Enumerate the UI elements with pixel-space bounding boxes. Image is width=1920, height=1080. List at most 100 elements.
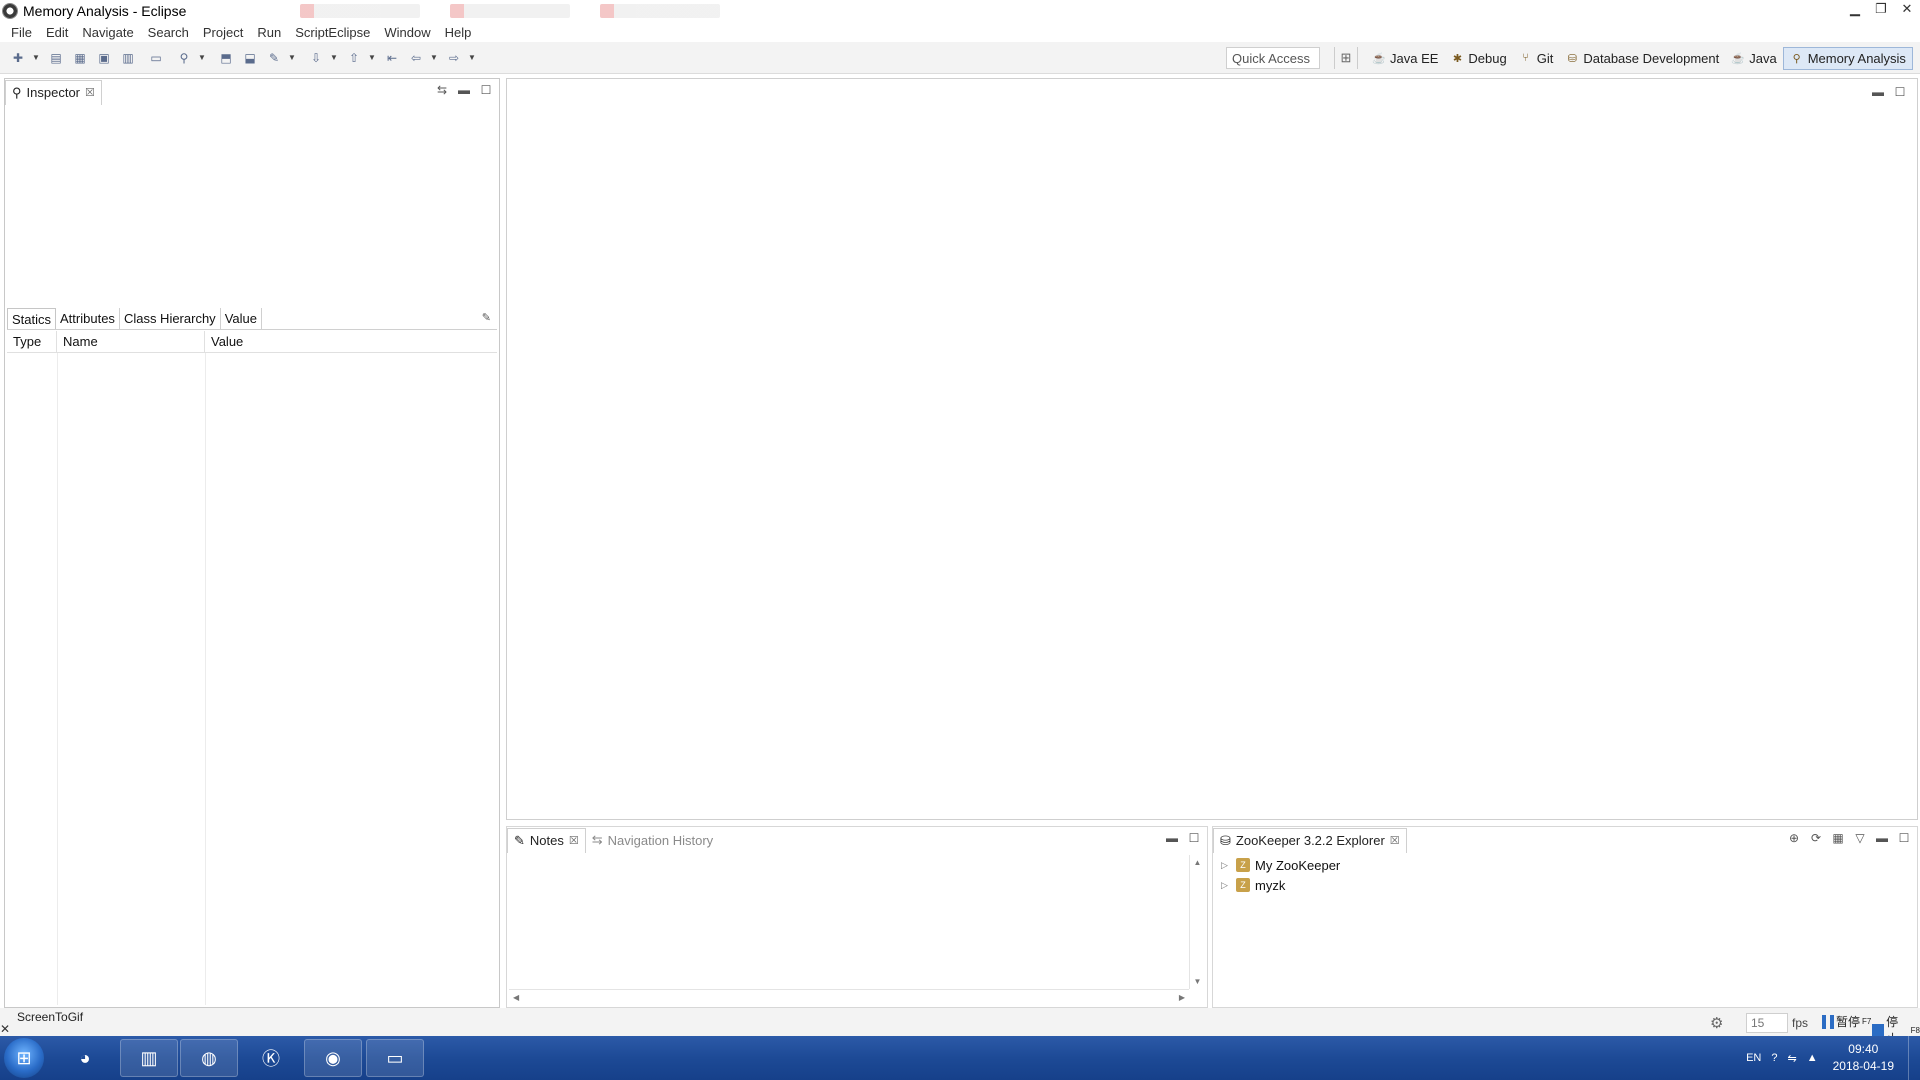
pin-icon[interactable]: ✎ — [482, 311, 491, 324]
refresh-icon[interactable]: ⟳ — [1809, 831, 1823, 845]
last-edit-icon[interactable]: ⇤ — [382, 48, 402, 68]
tab-class-hierarchy[interactable]: Class Hierarchy — [120, 308, 221, 329]
maximize-view-icon[interactable]: ☐ — [1893, 85, 1907, 99]
tools-dropdown-icon[interactable]: ▼ — [288, 53, 298, 62]
console-icon[interactable]: ▭ — [146, 48, 166, 68]
menu-edit[interactable]: Edit — [39, 25, 75, 40]
java-icon: ☕ — [1731, 52, 1746, 65]
gear-icon[interactable]: ⚙ — [1710, 1014, 1723, 1032]
vertical-scrollbar[interactable]: ▲ ▼ — [1189, 855, 1205, 989]
column-header-type[interactable]: Type — [7, 331, 57, 352]
minimize-view-icon[interactable]: ▬ — [1871, 85, 1885, 99]
new-icon[interactable]: ✚ — [8, 48, 28, 68]
menu-navigate[interactable]: Navigate — [75, 25, 140, 40]
forward-arrow-icon[interactable]: ⇨ — [444, 48, 464, 68]
tree-item[interactable]: ▷ Z My ZooKeeper — [1221, 855, 1340, 875]
save-icon[interactable]: ▣ — [94, 48, 114, 68]
prev-annotation-dropdown-icon[interactable]: ▼ — [368, 53, 378, 62]
menu-run[interactable]: Run — [250, 25, 288, 40]
open-type-icon[interactable]: ⬒ — [216, 48, 236, 68]
tab-inspector[interactable]: ⚲ Inspector ☒ — [5, 79, 102, 105]
open-file-icon[interactable]: ▦ — [70, 48, 90, 68]
pause-button[interactable]: 暂停 F7 — [1822, 1013, 1871, 1030]
perspective-database-development[interactable]: ⛁ Database Development — [1559, 48, 1725, 69]
scroll-down-icon[interactable]: ▼ — [1194, 977, 1202, 986]
wrench-icon[interactable]: ✎ — [264, 48, 284, 68]
add-connection-icon[interactable]: ⊕ — [1787, 831, 1801, 845]
menu-scripteclipse[interactable]: ScriptEclipse — [288, 25, 377, 40]
open-resource-icon[interactable]: ⬓ — [240, 48, 260, 68]
next-annotation-dropdown-icon[interactable]: ▼ — [330, 53, 340, 62]
perspective-debug[interactable]: ✱ Debug — [1444, 48, 1512, 69]
back-arrow-icon[interactable]: ⇦ — [406, 48, 426, 68]
perspective-git[interactable]: ⑂ Git — [1513, 48, 1560, 69]
network-icon[interactable]: ⇋ — [1788, 1052, 1797, 1065]
screentogif-taskbar-icon[interactable]: ▭ — [366, 1039, 424, 1077]
table-view-icon[interactable]: ▦ — [1831, 831, 1845, 845]
tab-notes[interactable]: ✎ Notes ☒ — [507, 827, 586, 853]
perspective-java[interactable]: ☕ Java — [1725, 48, 1782, 69]
start-menu-button[interactable]: ⊞ — [4, 1038, 44, 1078]
editor-area[interactable]: ▬ ☐ — [506, 78, 1918, 820]
maximize-view-icon[interactable]: ☐ — [1897, 831, 1911, 845]
minimize-view-icon[interactable]: ▬ — [1165, 831, 1179, 845]
close-icon[interactable]: ✕ — [0, 1022, 10, 1036]
column-header-value[interactable]: Value — [205, 331, 497, 352]
tab-zookeeper-explorer[interactable]: ⛁ ZooKeeper 3.2.2 Explorer ☒ — [1213, 827, 1407, 853]
menu-search[interactable]: Search — [141, 25, 196, 40]
link-with-selection-icon[interactable]: ⇆ — [435, 83, 449, 97]
back-dropdown-icon[interactable]: ▼ — [430, 53, 440, 62]
save-all-icon[interactable]: ▥ — [118, 48, 138, 68]
forward-dropdown-icon[interactable]: ▼ — [468, 53, 478, 62]
tree-item[interactable]: ▷ Z myzk — [1221, 875, 1340, 895]
menu-file[interactable]: File — [4, 25, 39, 40]
restore-window-button[interactable]: ❐ — [1868, 0, 1894, 18]
maximize-view-icon[interactable]: ☐ — [479, 83, 493, 97]
show-hidden-icons-chevron-up-icon[interactable]: ▲ — [1807, 1052, 1818, 1064]
menu-project[interactable]: Project — [196, 25, 250, 40]
notes-text-area[interactable]: ▲ ▼ ◀ ▶ — [509, 855, 1205, 1005]
close-window-button[interactable]: ✕ — [1894, 0, 1920, 18]
close-icon[interactable]: ☒ — [569, 834, 579, 847]
file-explorer-icon[interactable]: ▥ — [120, 1039, 178, 1077]
help-icon[interactable]: ? — [1771, 1052, 1777, 1064]
tab-statics[interactable]: Statics — [7, 308, 57, 329]
show-desktop-button[interactable] — [1908, 1036, 1920, 1080]
close-icon[interactable]: ☒ — [1390, 834, 1400, 847]
minimize-view-icon[interactable]: ▬ — [457, 83, 471, 97]
search-icon[interactable]: ⚲ — [174, 48, 194, 68]
menu-help[interactable]: Help — [438, 25, 479, 40]
scroll-right-icon[interactable]: ▶ — [1179, 993, 1185, 1002]
k-app-icon[interactable]: Ⓚ — [242, 1039, 300, 1077]
menu-window[interactable]: Window — [377, 25, 437, 40]
language-indicator[interactable]: EN — [1746, 1052, 1761, 1064]
perspective-java-ee[interactable]: ☕ Java EE — [1366, 48, 1444, 69]
scroll-left-icon[interactable]: ◀ — [513, 993, 519, 1002]
eclipse-taskbar-icon[interactable]: ◉ — [304, 1039, 362, 1077]
tab-navigation-history[interactable]: ⇆ Navigation History — [586, 828, 719, 853]
clock[interactable]: 09:40 2018-04-19 — [1833, 1041, 1894, 1075]
scroll-up-icon[interactable]: ▲ — [1194, 858, 1202, 867]
search-dropdown-icon[interactable]: ▼ — [198, 53, 208, 62]
column-header-name[interactable]: Name — [57, 331, 205, 352]
expand-arrow-icon[interactable]: ▷ — [1221, 860, 1231, 871]
minimize-view-icon[interactable]: ▬ — [1875, 831, 1889, 845]
qq-app-icon[interactable]: ◕ — [56, 1039, 114, 1077]
open-perspective-icon[interactable]: ⊞ — [1334, 47, 1358, 69]
fps-input[interactable]: 15 — [1746, 1013, 1788, 1033]
next-annotation-icon[interactable]: ⇩ — [306, 48, 326, 68]
perspective-memory-analysis[interactable]: ⚲ Memory Analysis — [1782, 46, 1913, 70]
prev-annotation-icon[interactable]: ⇧ — [344, 48, 364, 68]
minimize-window-button[interactable]: ▁ — [1842, 0, 1868, 18]
tab-attributes[interactable]: Attributes — [56, 308, 120, 329]
open-heap-dump-icon[interactable]: ▤ — [46, 48, 66, 68]
new-dropdown-icon[interactable]: ▼ — [32, 53, 42, 62]
expand-arrow-icon[interactable]: ▷ — [1221, 880, 1231, 891]
horizontal-scrollbar[interactable]: ◀ ▶ — [509, 989, 1189, 1005]
view-menu-chevron-down-icon[interactable]: ▽ — [1853, 831, 1867, 845]
close-icon[interactable]: ☒ — [85, 86, 95, 99]
quick-access-input[interactable]: Quick Access — [1226, 47, 1320, 69]
chrome-icon[interactable]: ◍ — [180, 1039, 238, 1077]
maximize-view-icon[interactable]: ☐ — [1187, 831, 1201, 845]
tab-value[interactable]: Value — [221, 308, 262, 329]
